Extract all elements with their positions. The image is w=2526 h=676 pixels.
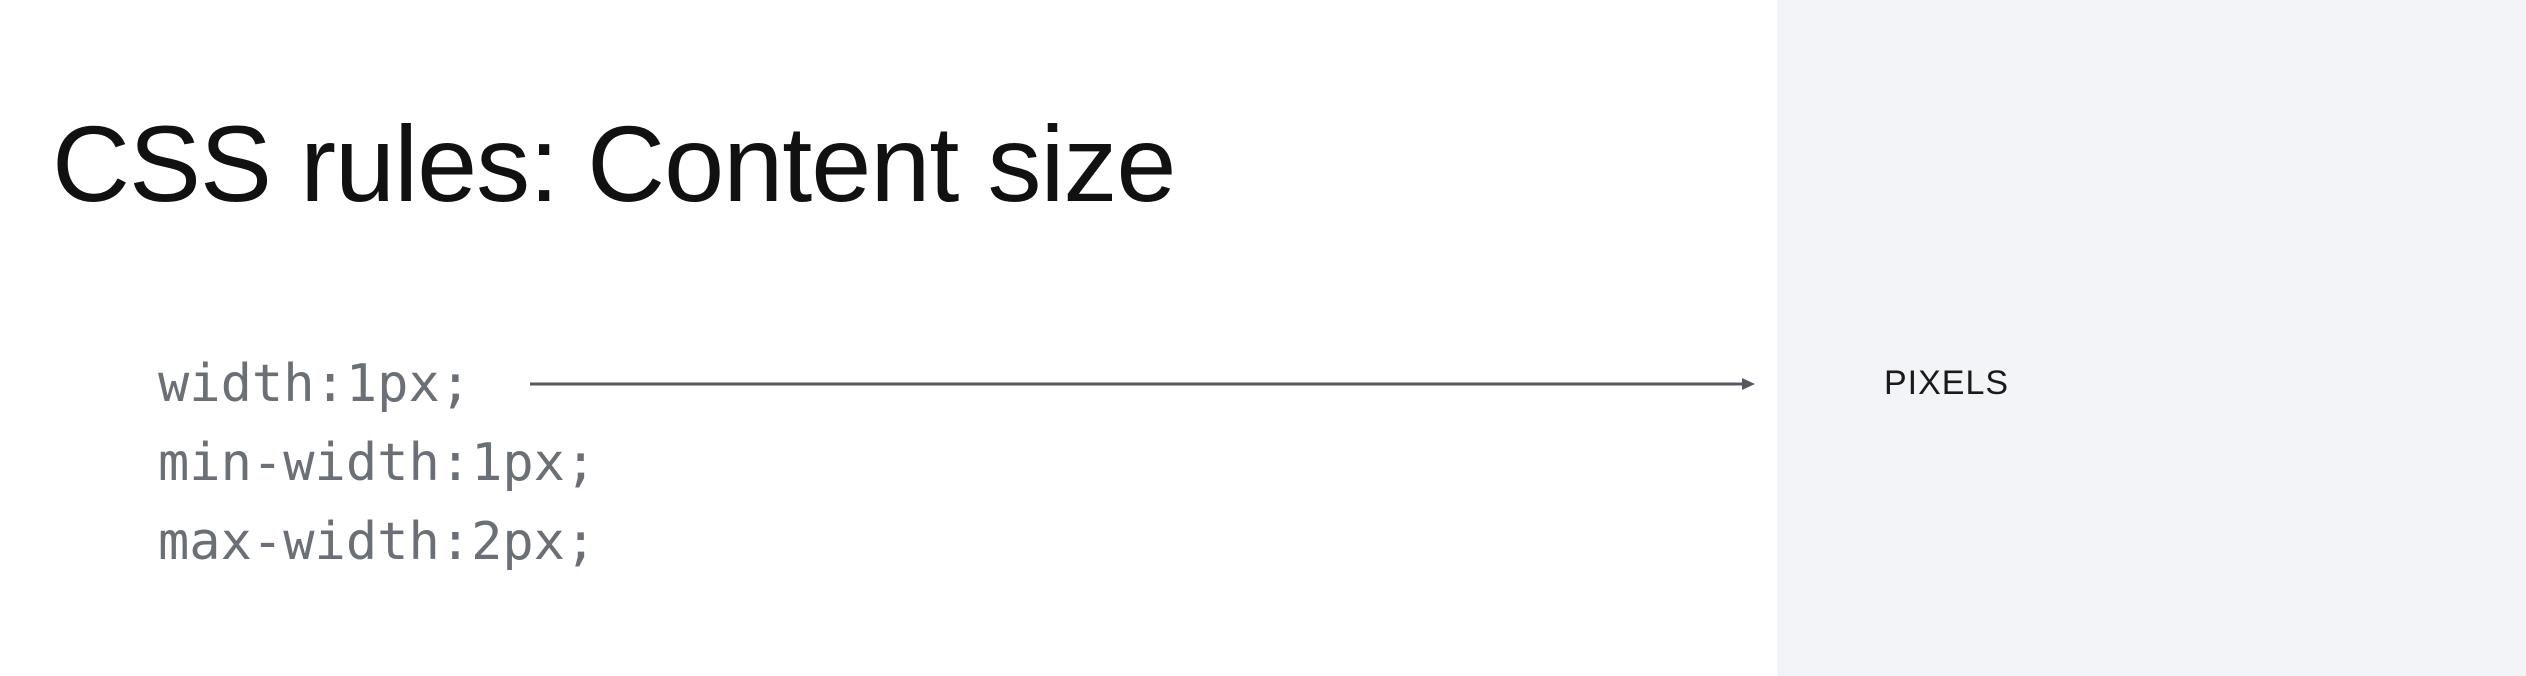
slide: CSS rules: Content size width:1px; min-w… — [0, 0, 2526, 676]
code-line-min-width: min-width:1px; — [158, 433, 597, 493]
code-line-max-width: max-width:2px; — [158, 512, 597, 572]
arrow-right-icon — [530, 378, 1755, 390]
right-panel — [1777, 0, 2526, 676]
slide-title: CSS rules: Content size — [52, 103, 1176, 224]
pixels-label: PIXELS — [1884, 364, 2010, 402]
arrow-head — [1742, 378, 1755, 390]
